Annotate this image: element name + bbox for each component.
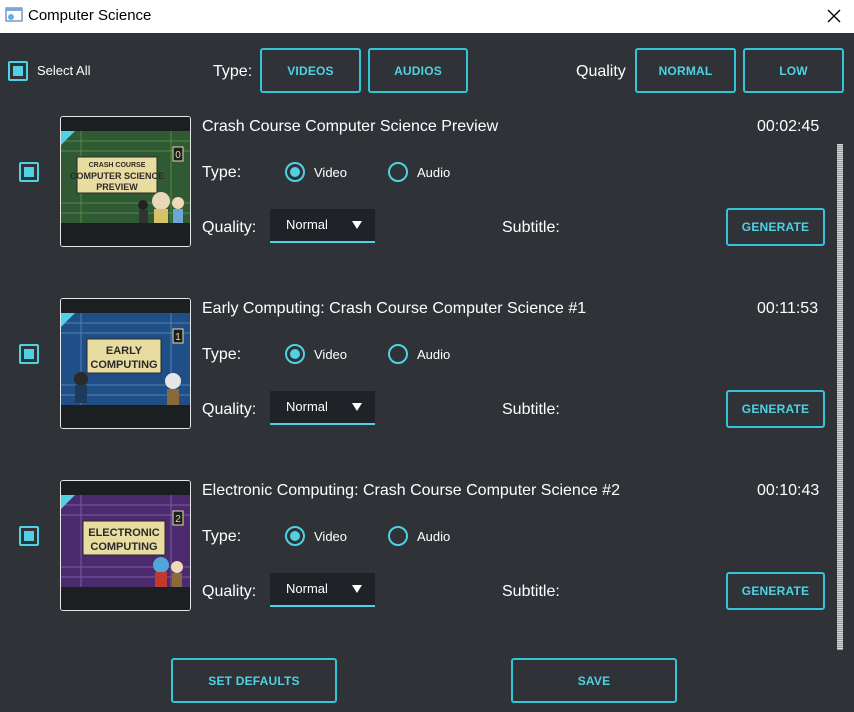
video-radio[interactable] (285, 526, 305, 546)
scrollbar-thumb[interactable] (837, 144, 843, 650)
generate-subtitle-button[interactable]: GENERATE (726, 208, 825, 246)
video-radio-label: Video (314, 165, 348, 180)
normal-quality-button[interactable]: NORMAL (635, 48, 736, 93)
quality-dropdown-value: Normal (286, 217, 328, 232)
svg-text:COMPUTER SCIENCE: COMPUTER SCIENCE (70, 171, 164, 181)
item-title: Electronic Computing: Crash Course Compu… (202, 482, 620, 499)
type-filter-label: Type: (213, 63, 253, 80)
item-type-label: Type: (202, 164, 242, 181)
video-radio[interactable] (285, 344, 305, 364)
audio-radio-label: Audio (417, 529, 451, 544)
close-icon[interactable] (820, 2, 848, 30)
svg-text:PREVIEW: PREVIEW (96, 182, 138, 192)
generate-subtitle-button[interactable]: GENERATE (726, 572, 825, 610)
item-title: Crash Course Computer Science Preview (202, 118, 499, 135)
svg-text:0: 0 (175, 150, 181, 161)
quality-dropdown[interactable]: Normal (270, 573, 375, 607)
svg-text:EARLY: EARLY (106, 345, 143, 357)
save-button[interactable]: SAVE (511, 658, 677, 703)
svg-text:COMPUTING: COMPUTING (90, 359, 157, 371)
svg-text:CRASH COURSE: CRASH COURSE (89, 162, 146, 169)
app-icon (5, 7, 23, 22)
chevron-down-icon (352, 403, 362, 411)
item-checkbox[interactable] (19, 344, 39, 364)
scrollbar[interactable] (836, 100, 846, 650)
item-duration: 00:10:43 (757, 482, 820, 499)
item-type-label: Type: (202, 346, 242, 363)
video-thumbnail: CRASH COURSE COMPUTER SCIENCE PREVIEW 0 (60, 116, 191, 247)
window-title: Computer Science (28, 7, 152, 24)
low-quality-button[interactable]: LOW (743, 48, 844, 93)
video-radio-label: Video (314, 347, 348, 362)
select-all-checkbox[interactable] (8, 61, 28, 81)
svg-text:1: 1 (175, 332, 181, 343)
quality-filter-label: Quality (576, 63, 626, 80)
audio-radio[interactable] (388, 162, 408, 182)
item-title: Early Computing: Crash Course Computer S… (202, 300, 587, 317)
generate-subtitle-button[interactable]: GENERATE (726, 390, 825, 428)
audio-radio[interactable] (388, 526, 408, 546)
quality-dropdown[interactable]: Normal (270, 391, 375, 425)
video-thumbnail: ELECTRONIC COMPUTING 2 (60, 480, 191, 611)
set-defaults-button[interactable]: SET DEFAULTS (171, 658, 337, 703)
audio-radio-label: Audio (417, 165, 451, 180)
quality-dropdown-value: Normal (286, 399, 328, 414)
quality-dropdown[interactable]: Normal (270, 209, 375, 243)
item-quality-label: Quality: (202, 583, 257, 600)
item-subtitle-label: Subtitle: (502, 583, 560, 600)
svg-text:2: 2 (175, 514, 181, 525)
select-all-label: Select All (37, 63, 91, 78)
video-radio[interactable] (285, 162, 305, 182)
videos-button[interactable]: VIDEOS (260, 48, 361, 93)
chevron-down-icon (352, 585, 362, 593)
item-checkbox[interactable] (19, 526, 39, 546)
quality-dropdown-value: Normal (286, 581, 328, 596)
video-thumbnail: EARLY COMPUTING 1 (60, 298, 191, 429)
item-duration: 00:02:45 (757, 118, 820, 135)
audio-radio[interactable] (388, 344, 408, 364)
audios-button[interactable]: AUDIOS (368, 48, 468, 93)
chevron-down-icon (352, 221, 362, 229)
item-quality-label: Quality: (202, 219, 257, 236)
svg-text:COMPUTING: COMPUTING (90, 541, 157, 553)
svg-text:ELECTRONIC: ELECTRONIC (88, 527, 160, 539)
item-subtitle-label: Subtitle: (502, 401, 560, 418)
item-checkbox[interactable] (19, 162, 39, 182)
title-bar: Computer Science (0, 0, 854, 33)
item-subtitle-label: Subtitle: (502, 219, 560, 236)
video-radio-label: Video (314, 529, 348, 544)
audio-radio-label: Audio (417, 347, 451, 362)
item-duration: 00:11:53 (757, 300, 819, 317)
item-type-label: Type: (202, 528, 242, 545)
item-quality-label: Quality: (202, 401, 257, 418)
